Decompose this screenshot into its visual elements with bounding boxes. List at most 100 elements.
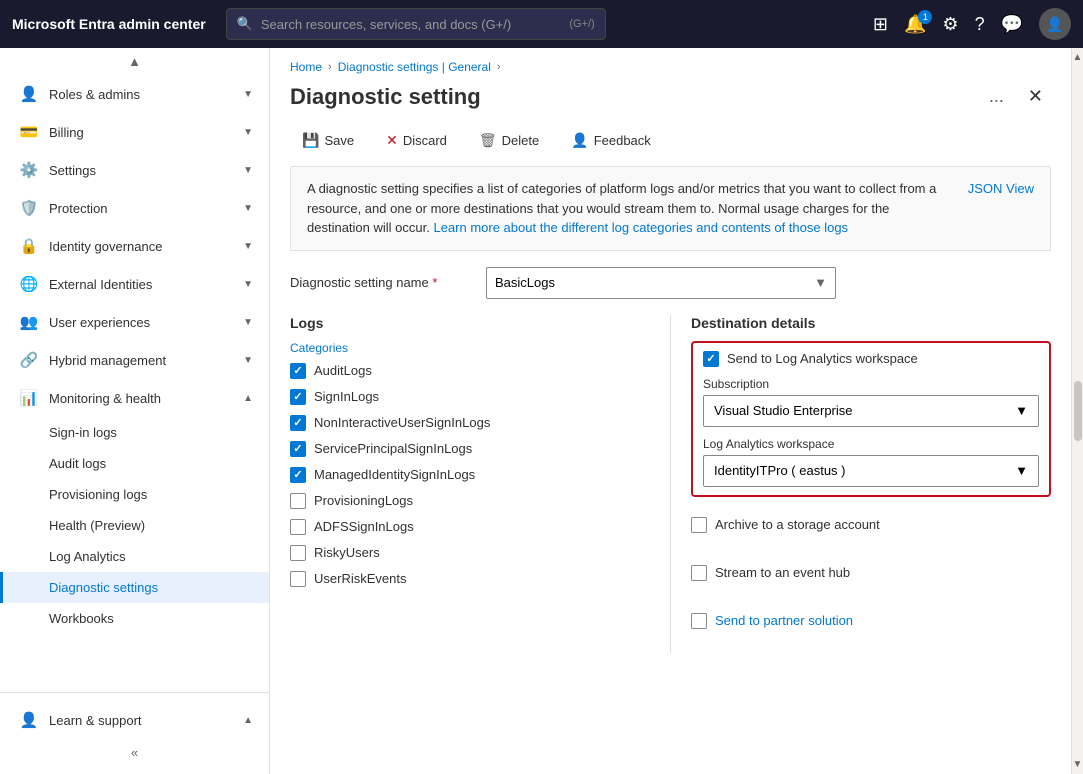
external-icon: 🌐 [19, 275, 39, 293]
info-learn-link[interactable]: Learn more about the different log categ… [433, 220, 848, 235]
provisioning-label[interactable]: ProvisioningLogs [314, 493, 413, 508]
log-analytics-checkbox[interactable] [703, 351, 719, 367]
managed-identity-row: ManagedIdentitySignInLogs [290, 467, 650, 483]
search-icon: 🔍 [237, 16, 253, 32]
log-analytics-label[interactable]: Send to Log Analytics workspace [727, 351, 918, 366]
keyboard-shortcut: (G+/) [569, 18, 594, 30]
adfs-row: ADFSSignInLogs [290, 519, 650, 535]
storage-checkbox[interactable] [691, 517, 707, 533]
storage-label[interactable]: Archive to a storage account [715, 517, 880, 532]
sub-item-label: Log Analytics [49, 549, 126, 564]
adfs-checkbox[interactable] [290, 519, 306, 535]
sidebar-sub-provisioning-logs[interactable]: Provisioning logs [0, 479, 269, 510]
signin-logs-checkbox[interactable] [290, 389, 306, 405]
sidebar-item-protection[interactable]: 🛡️ Protection ▼ [0, 189, 269, 227]
close-button[interactable]: ✕ [1020, 82, 1051, 111]
delete-icon: 🗑 [479, 132, 497, 149]
scroll-up-indicator[interactable]: ▲ [1073, 52, 1083, 63]
risky-users-checkbox[interactable] [290, 545, 306, 561]
workspace-value: IdentityITPro ( eastus ) [714, 463, 846, 478]
managed-identity-label[interactable]: ManagedIdentitySignInLogs [314, 467, 475, 482]
noninteractive-label[interactable]: NonInteractiveUserSignInLogs [314, 415, 490, 430]
help-icon[interactable]: ? [975, 14, 985, 35]
sidebar-item-hybrid[interactable]: 🔗 Hybrid management ▼ [0, 341, 269, 379]
partner-label[interactable]: Send to partner solution [715, 613, 853, 628]
save-button[interactable]: 💾 Save [290, 127, 366, 154]
workspace-dropdown[interactable]: IdentityITPro ( eastus ) ▼ [703, 455, 1039, 487]
collapse-icon[interactable]: « [131, 745, 138, 760]
search-box[interactable]: 🔍 (G+/) [226, 8, 606, 40]
feedback-label: Feedback [594, 133, 651, 148]
feedback-button[interactable]: 👤 Feedback [559, 127, 663, 154]
search-input[interactable] [261, 17, 561, 32]
sidebar-item-billing[interactable]: 💳 Billing ▼ [0, 113, 269, 151]
user-risk-checkbox[interactable] [290, 571, 306, 587]
discard-icon: ✕ [386, 132, 398, 149]
settings-icon: ⚙️ [19, 161, 39, 179]
bell-icon[interactable]: 🔔 1 [904, 14, 926, 35]
service-principal-checkbox[interactable] [290, 441, 306, 457]
scroll-thumb[interactable] [1074, 381, 1082, 441]
breadcrumb-home[interactable]: Home [290, 60, 322, 74]
signin-logs-label[interactable]: SignInLogs [314, 389, 379, 404]
form-section: Diagnostic setting name * BasicLogs ▼ [270, 267, 1071, 299]
chevron-icon: ▼ [243, 279, 253, 290]
sidebar-item-label: Settings [49, 163, 243, 178]
event-hub-label[interactable]: Stream to an event hub [715, 565, 850, 580]
discard-button[interactable]: ✕ Discard [374, 127, 459, 154]
sidebar-item-roles[interactable]: 👤 Roles & admins ▼ [0, 75, 269, 113]
sidebar-scroll-up[interactable]: ▲ [0, 48, 269, 75]
audit-logs-label[interactable]: AuditLogs [314, 363, 372, 378]
main-layout: ▲ 👤 Roles & admins ▼ 💳 Billing ▼ ⚙️ Sett… [0, 48, 1083, 774]
sidebar-item-monitoring[interactable]: 📊 Monitoring & health ▲ [0, 379, 269, 417]
sidebar-item-external[interactable]: 🌐 External Identities ▼ [0, 265, 269, 303]
sidebar-item-settings[interactable]: ⚙️ Settings ▼ [0, 151, 269, 189]
breadcrumb-diagnostic[interactable]: Diagnostic settings | General [338, 60, 491, 74]
sidebar-sub-log-analytics[interactable]: Log Analytics [0, 541, 269, 572]
provisioning-checkbox[interactable] [290, 493, 306, 509]
ellipsis-button[interactable]: ... [981, 82, 1012, 111]
managed-identity-checkbox[interactable] [290, 467, 306, 483]
adfs-label[interactable]: ADFSSignInLogs [314, 519, 414, 534]
service-principal-label[interactable]: ServicePrincipalSignInLogs [314, 441, 472, 456]
risky-users-label[interactable]: RiskyUsers [314, 545, 380, 560]
subscription-dropdown[interactable]: Visual Studio Enterprise ▼ [703, 395, 1039, 427]
chevron-icon: ▼ [243, 355, 253, 366]
setting-name-input[interactable]: BasicLogs ▼ [486, 267, 836, 299]
scroll-down-indicator[interactable]: ▼ [1073, 759, 1083, 770]
user-avatar[interactable]: 👤 [1039, 8, 1071, 40]
noninteractive-checkbox[interactable] [290, 415, 306, 431]
destination-section-title: Destination details [691, 315, 1051, 331]
user-risk-label[interactable]: UserRiskEvents [314, 571, 406, 586]
sidebar-item-user-exp[interactable]: 👥 User experiences ▼ [0, 303, 269, 341]
setting-name-value: BasicLogs [495, 275, 555, 290]
sidebar-scroll-down[interactable]: « [0, 739, 269, 766]
sub-item-label: Health (Preview) [49, 518, 145, 533]
two-column-section: Logs Categories AuditLogs SignInLogs Non… [270, 315, 1071, 653]
grid-icon[interactable]: ⊞ [873, 14, 888, 35]
sub-item-label: Workbooks [49, 611, 114, 626]
sidebar-item-identity[interactable]: 🔒 Identity governance ▼ [0, 227, 269, 265]
provisioning-row: ProvisioningLogs [290, 493, 650, 509]
event-hub-checkbox[interactable] [691, 565, 707, 581]
storage-destination-option: Archive to a storage account [691, 509, 1051, 551]
top-navigation: Microsoft Entra admin center 🔍 (G+/) ⊞ 🔔… [0, 0, 1083, 48]
json-view-link[interactable]: JSON View [968, 179, 1034, 199]
scrollbar[interactable]: ▲ ▼ [1071, 48, 1083, 774]
feedback-icon[interactable]: 💬 [1001, 14, 1023, 35]
sidebar-sub-audit-logs[interactable]: Audit logs [0, 448, 269, 479]
sidebar-item-learn-support[interactable]: 👤 Learn & support ▲ [0, 701, 269, 739]
sidebar-sub-signin-logs[interactable]: Sign-in logs [0, 417, 269, 448]
audit-logs-checkbox[interactable] [290, 363, 306, 379]
save-label: Save [324, 133, 354, 148]
sidebar-sub-diagnostic-settings[interactable]: Diagnostic settings [0, 572, 269, 603]
sidebar-sub-workbooks[interactable]: Workbooks [0, 603, 269, 634]
workspace-label: Log Analytics workspace [703, 437, 1039, 451]
sidebar-sub-health[interactable]: Health (Preview) [0, 510, 269, 541]
chevron-icon: ▼ [243, 127, 253, 138]
partner-checkbox[interactable] [691, 613, 707, 629]
delete-button[interactable]: 🗑 Delete [467, 127, 551, 154]
gear-icon[interactable]: ⚙ [942, 14, 958, 35]
event-hub-checkbox-row: Stream to an event hub [691, 565, 1051, 581]
signin-logs-row: SignInLogs [290, 389, 650, 405]
